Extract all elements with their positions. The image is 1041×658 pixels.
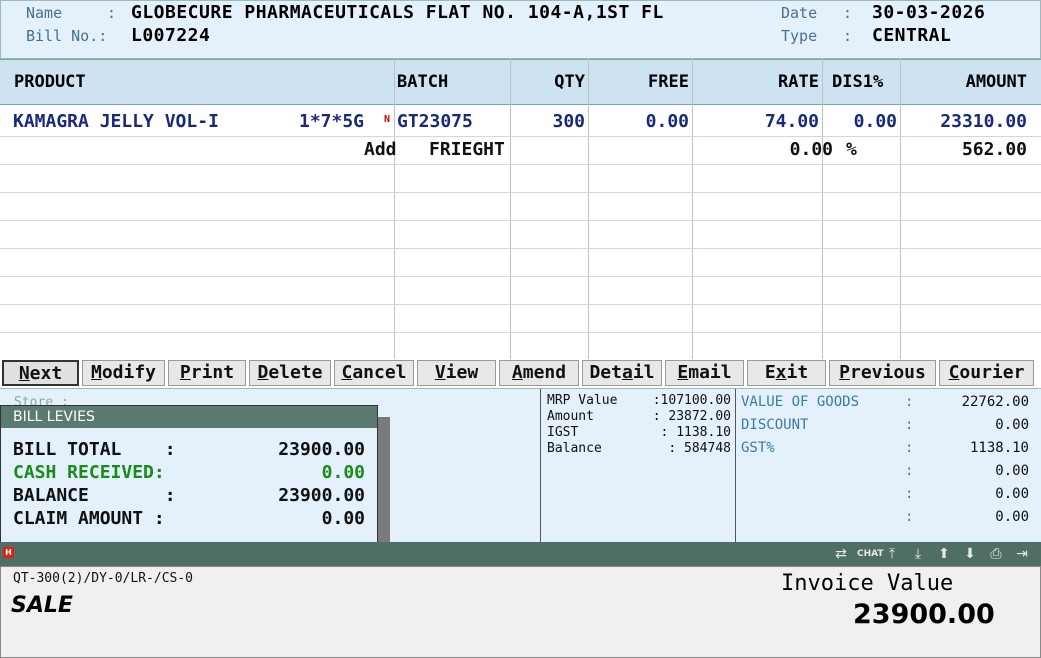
items-table: PRODUCT BATCH QTY FREE RATE DIS1% AMOUNT…	[0, 59, 1041, 359]
exit-button[interactable]: Exit	[747, 360, 826, 386]
row-batch[interactable]: GT23075	[397, 108, 473, 136]
quantity-summary: QT-300(2)/DY-0/LR-/CS-0	[13, 571, 194, 586]
delete-button[interactable]: Delete	[249, 360, 331, 386]
row-free[interactable]: 0.00	[646, 108, 689, 136]
grid-row-line	[0, 276, 1041, 277]
freight-add-label: Add	[364, 139, 397, 160]
type-field[interactable]: CENTRAL	[872, 25, 951, 46]
row-qty[interactable]: 300	[552, 108, 585, 136]
bill-header: Name : GLOBECURE PHARMACEUTICALS FLAT NO…	[0, 0, 1041, 59]
email-button[interactable]: Email	[665, 360, 744, 386]
toolbar-strip: H ⇄ CHAT ⤒ ⤓ ⬆ ⬇ ⎙ ⇥	[0, 542, 1041, 566]
grid-line	[510, 59, 511, 359]
extra-row: :0.00	[905, 509, 1029, 525]
courier-button[interactable]: Courier	[939, 360, 1034, 386]
freight-percent-field[interactable]: 0.00	[790, 136, 833, 164]
type-colon: :	[843, 27, 853, 45]
claim-amount-row: CLAIM AMOUNT :0.00	[13, 508, 365, 529]
grid-row-line	[0, 192, 1041, 193]
col-product: PRODUCT	[14, 72, 86, 92]
party-name-field[interactable]: GLOBECURE PHARMACEUTICALS FLAT NO. 104-A…	[131, 2, 664, 23]
date-colon: :	[843, 4, 853, 22]
balance-row: Balance: 584748	[547, 441, 731, 456]
cash-received-field[interactable]: 0.00	[322, 461, 365, 484]
h-badge-icon[interactable]: H	[3, 547, 14, 558]
row-product[interactable]: KAMAGRA JELLY VOL-I	[13, 108, 219, 136]
row-dis1[interactable]: 0.00	[854, 108, 897, 136]
up-icon[interactable]: ⬆	[935, 545, 953, 563]
grid-row-line	[0, 164, 1041, 165]
grid-line	[394, 59, 395, 359]
shuffle-icon[interactable]: ⇄	[832, 545, 850, 563]
bottom-icon[interactable]: ⤓	[909, 545, 927, 563]
extra-row: :0.00	[905, 463, 1029, 479]
bill-no-label: Bill No.:	[26, 27, 108, 45]
value-of-goods-row: VALUE OF GOODS:22762.00	[741, 394, 1029, 410]
detail-button[interactable]: Detail	[582, 360, 662, 386]
grid-line	[822, 59, 823, 359]
date-label: Date	[781, 4, 818, 22]
bill-total-row: BILL TOTAL :23900.00	[13, 439, 365, 460]
freight-amount: 562.00	[961, 139, 1027, 160]
cash-received-row[interactable]: CASH RECEIVED: 0.00	[13, 461, 365, 484]
grid-row-line	[0, 248, 1041, 249]
chat-icon[interactable]: CHAT	[857, 545, 884, 563]
modify-button[interactable]: Modify	[82, 360, 165, 386]
footer-panel: QT-300(2)/DY-0/LR-/CS-0 SALE Invoice Val…	[0, 566, 1041, 658]
action-button-bar: Next Modify Print Delete Cancel View Ame…	[0, 359, 1041, 388]
col-dis1: DIS1%	[832, 72, 884, 92]
printer-icon[interactable]: ⎙	[987, 545, 1005, 563]
freight-percent-sign: %	[846, 139, 857, 160]
bill-no-field[interactable]: L007224	[131, 25, 210, 46]
balance-levy-row: BALANCE :23900.00	[13, 485, 365, 506]
previous-button[interactable]: Previous	[829, 360, 936, 386]
grid-line	[900, 59, 901, 359]
row-pack: 1*7*5G	[299, 111, 365, 132]
row-rate[interactable]: 74.00	[765, 108, 819, 136]
grid-line	[692, 59, 693, 359]
down-icon[interactable]: ⬇	[961, 545, 979, 563]
discount-row: DISCOUNT:0.00	[741, 417, 1029, 433]
grid-row-line	[0, 332, 1041, 333]
col-rate: RATE	[778, 72, 819, 92]
grid-row-line	[0, 136, 1041, 137]
invoice-value: 23900.00	[853, 599, 995, 630]
col-qty: QTY	[554, 72, 585, 92]
view-button[interactable]: View	[417, 360, 496, 386]
mrp-summary-panel: MRP Value:107100.00 Amount: 23872.00 IGS…	[540, 389, 736, 543]
cancel-button[interactable]: Cancel	[334, 360, 414, 386]
name-colon: :	[107, 4, 117, 22]
exit-icon[interactable]: ⇥	[1013, 545, 1031, 563]
mode-label: SALE	[11, 593, 73, 618]
col-batch: BATCH	[397, 72, 449, 92]
grid-row-line	[0, 220, 1041, 221]
levies-title: BILL LEVIES	[1, 406, 377, 428]
table-header: PRODUCT BATCH QTY FREE RATE DIS1% AMOUNT	[0, 59, 1041, 105]
igst-row: IGST: 1138.10	[547, 425, 731, 440]
date-field[interactable]: 30-03-2026	[872, 2, 985, 23]
extra-row: :0.00	[905, 486, 1029, 502]
name-label: Name	[26, 4, 63, 22]
type-label: Type	[781, 27, 818, 45]
mrp-value-row: MRP Value:107100.00	[547, 393, 731, 408]
top-icon[interactable]: ⤒	[883, 545, 901, 563]
freight-label: FRIEGHT	[429, 139, 505, 160]
amend-button[interactable]: Amend	[499, 360, 579, 386]
next-button[interactable]: Next	[2, 360, 79, 386]
grid-line	[588, 59, 589, 359]
bill-levies-dialog[interactable]: BILL LEVIES BILL TOTAL :23900.00 CASH RE…	[0, 405, 378, 543]
tax-summary-panel: VALUE OF GOODS:22762.00 DISCOUNT:0.00 GS…	[737, 389, 1041, 543]
col-amount: AMOUNT	[965, 72, 1027, 92]
amount-row: Amount: 23872.00	[547, 409, 731, 424]
row-amount: 23310.00	[940, 111, 1027, 132]
print-button[interactable]: Print	[168, 360, 246, 386]
col-free: FREE	[648, 72, 689, 92]
grid-row-line	[0, 304, 1041, 305]
gst-row: GST%:1138.10	[741, 440, 1029, 456]
new-flag-marker: N	[384, 114, 391, 125]
invoice-value-label: Invoice Value	[781, 571, 954, 596]
